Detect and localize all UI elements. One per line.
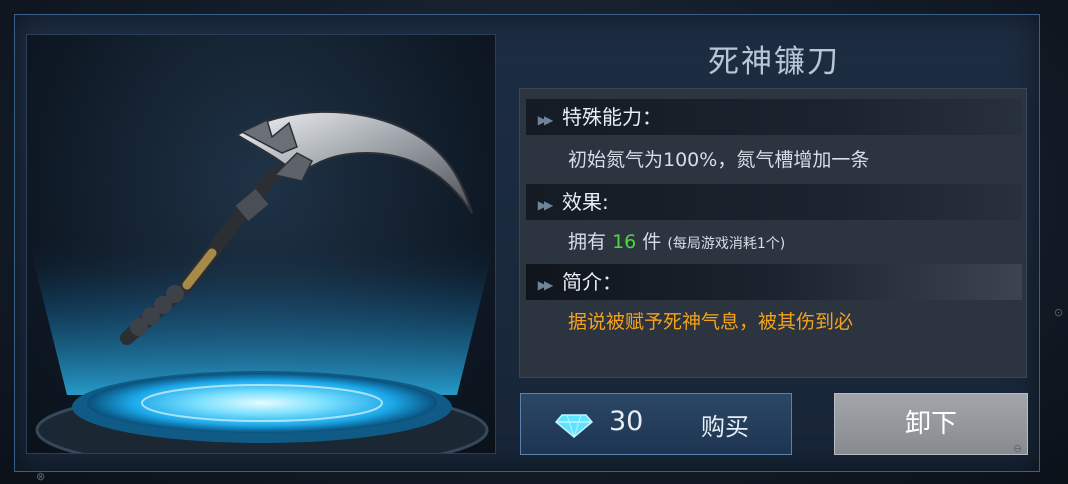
intro-header: ▶▶ 简介：	[526, 264, 1022, 300]
item-name-title: 死神镰刀	[708, 44, 840, 80]
owned-suffix: 件	[642, 231, 662, 253]
minus-icon: ⊖	[1013, 442, 1023, 455]
buy-label: 购买	[701, 413, 749, 441]
owned-count-line: 拥有 16 件 (每局游戏消耗1个)	[568, 227, 785, 259]
effect-label: 效果:	[562, 190, 609, 214]
intro-label: 简介：	[562, 270, 622, 294]
intro-text: 据说被赋予死神气息，被其伤到必	[568, 311, 854, 333]
ability-text: 初始氮气为100%，氮气槽增加一条	[568, 149, 870, 171]
ability-header: ▶▶ 特殊能力：	[526, 99, 1022, 135]
owned-count: 16	[612, 231, 637, 253]
price-value: 30	[609, 406, 644, 437]
scythe-on-platform-illustration	[27, 110, 495, 453]
owned-note: (每局游戏消耗1个)	[667, 236, 786, 252]
item-preview	[26, 34, 496, 454]
unequip-button[interactable]: 卸下	[834, 393, 1028, 455]
diamond-icon	[555, 414, 593, 438]
buy-button[interactable]: 30 购买	[520, 393, 792, 455]
close-icon: ⊗	[36, 470, 46, 483]
ability-label: 特殊能力：	[562, 105, 662, 129]
effect-header: ▶▶ 效果:	[526, 184, 1022, 220]
double-arrow-icon: ▶▶	[537, 113, 553, 127]
double-arrow-icon: ▶▶	[537, 278, 553, 292]
double-arrow-icon: ▶▶	[537, 198, 553, 212]
owned-prefix: 拥有	[568, 231, 607, 253]
side-dot-icon: ⊙	[1054, 306, 1064, 319]
item-info-panel: ▶▶ 特殊能力： 初始氮气为100%，氮气槽增加一条 ▶▶ 效果: 拥有 16 件 …	[519, 88, 1027, 378]
